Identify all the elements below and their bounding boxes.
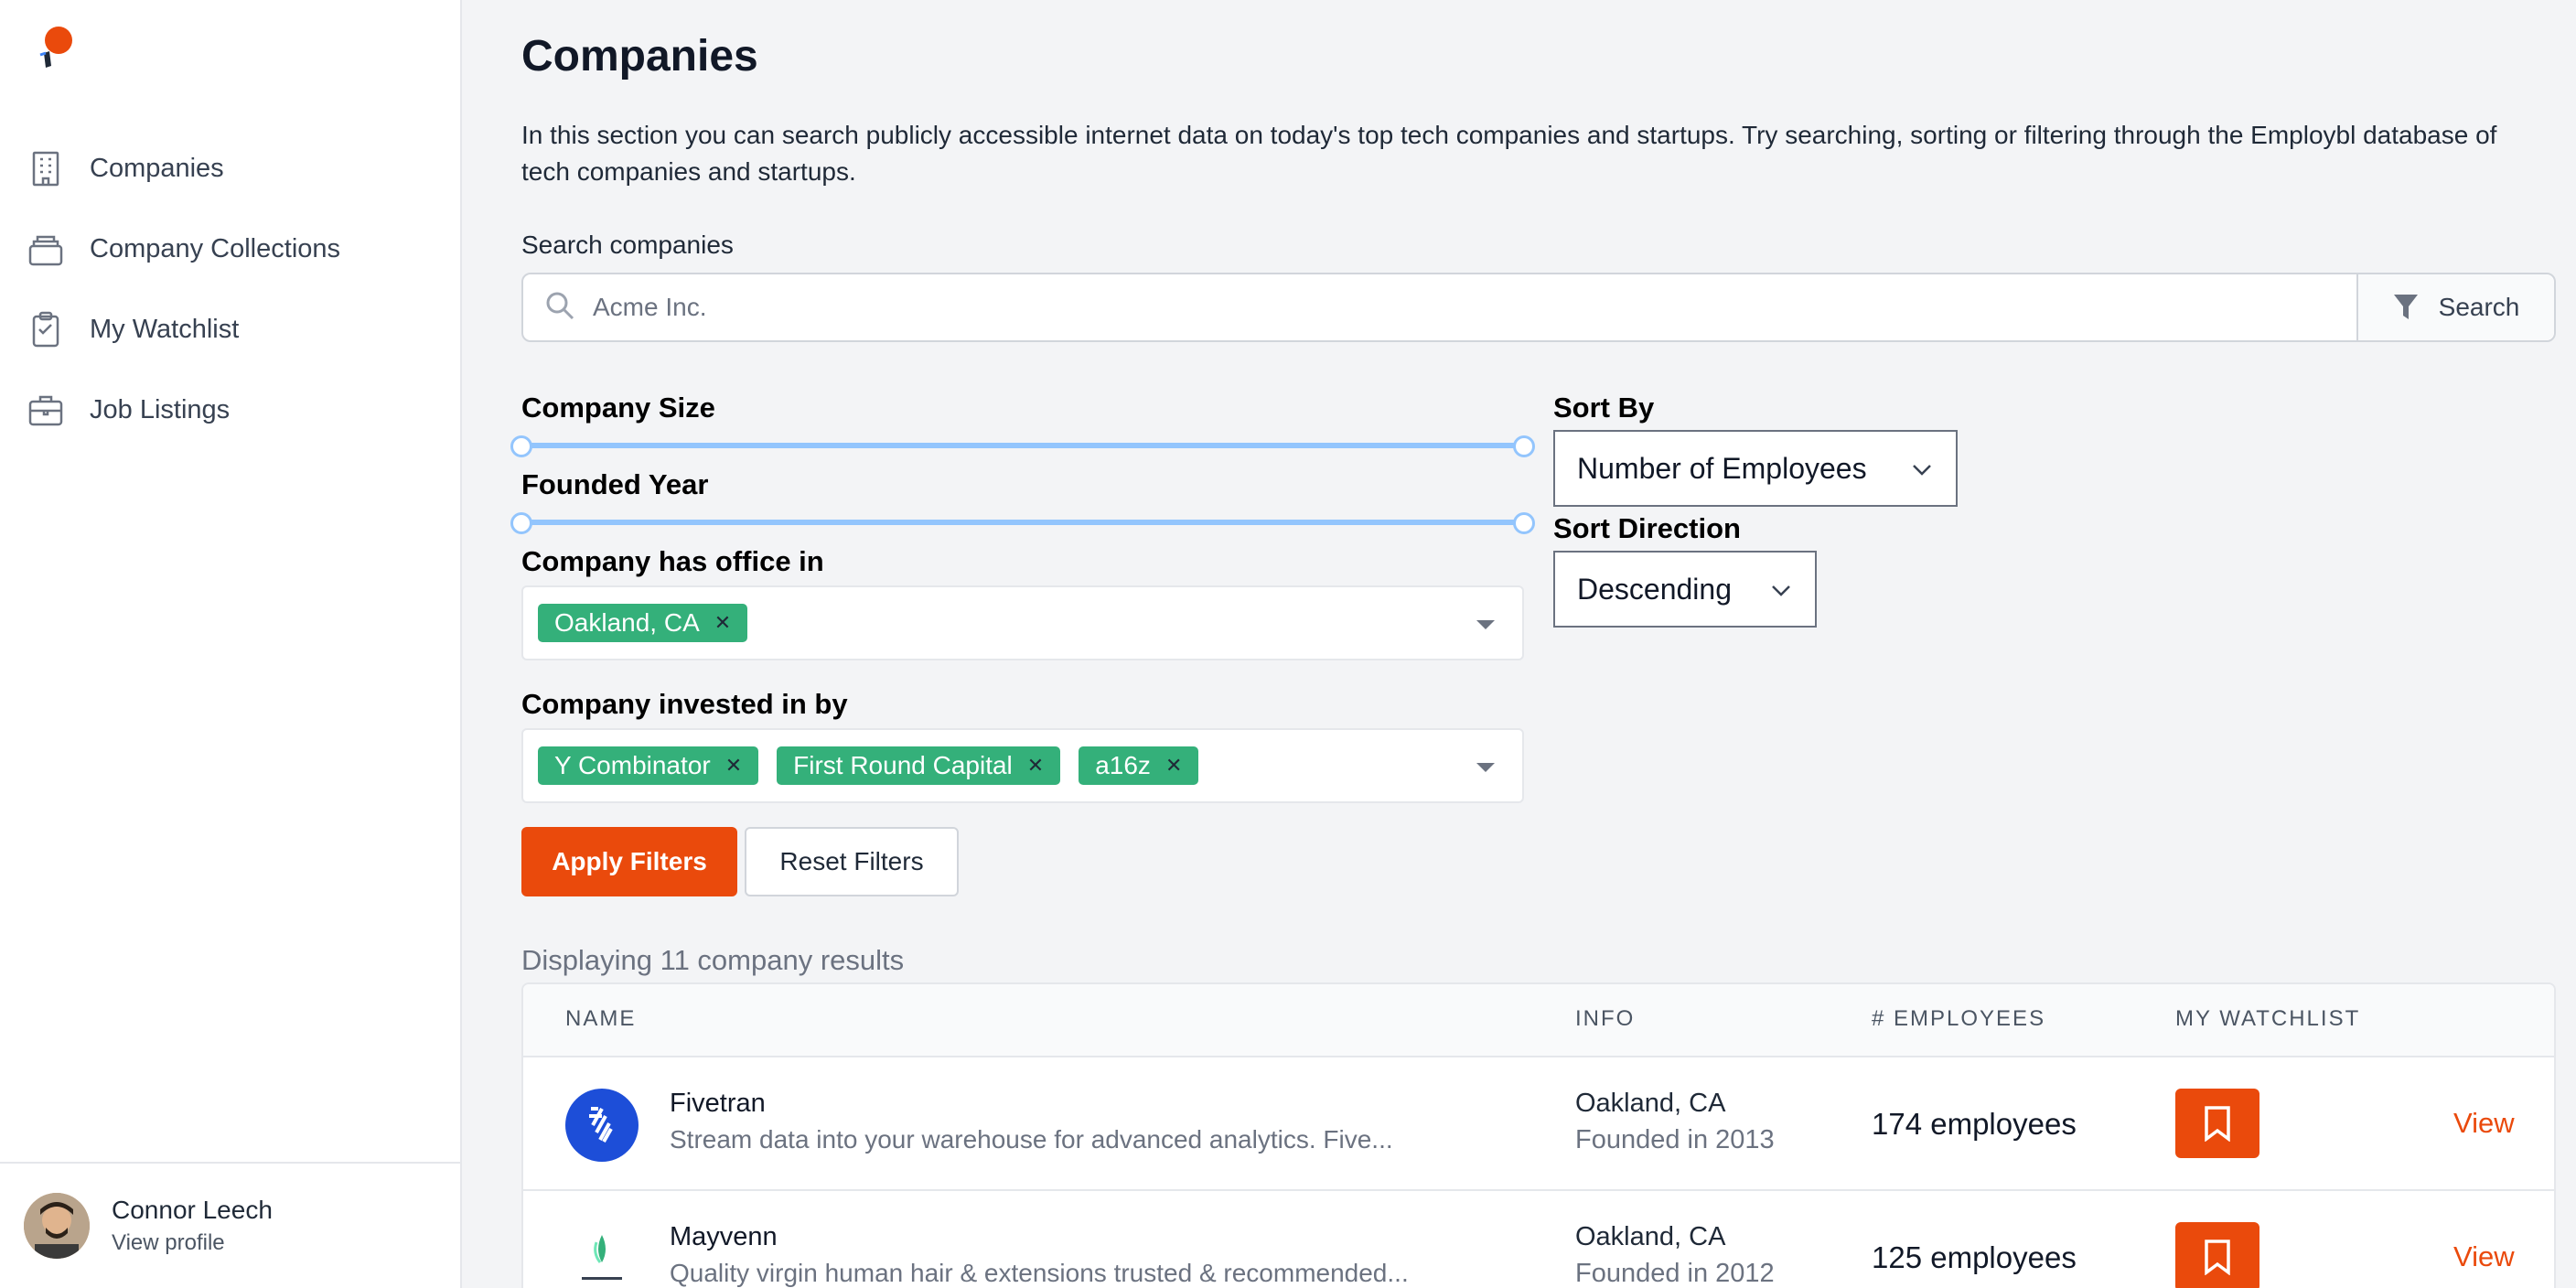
company-logo	[565, 1222, 639, 1288]
chip-label: First Round Capital	[793, 751, 1013, 779]
filter-chip: First Round Capital ✕	[777, 746, 1061, 785]
apply-filters-button[interactable]: Apply Filters	[521, 827, 737, 896]
sort-by-select[interactable]: Number of Employees	[1553, 430, 1958, 507]
view-company-link[interactable]: View	[2453, 1240, 2515, 1273]
sidebar-item-label: My Watchlist	[90, 314, 240, 344]
chevron-down-icon	[1913, 465, 1931, 476]
dropdown-caret-icon[interactable]	[1476, 620, 1495, 629]
view-company-link[interactable]: View	[2453, 1107, 2515, 1140]
column-header-info: INFO	[1575, 1006, 1636, 1031]
founded-year-slider[interactable]	[510, 512, 1535, 534]
sort-by-value: Number of Employees	[1577, 451, 1867, 485]
company-location: Oakland, CA	[1575, 1222, 1726, 1251]
column-header-employees: # EMPLOYEES	[1872, 1006, 2046, 1031]
companies-table: NAME INFO # EMPLOYEES MY WATCHLIST Fivet…	[521, 982, 2556, 1288]
search-button[interactable]: Search	[2356, 274, 2554, 340]
table-header: NAME INFO # EMPLOYEES MY WATCHLIST	[523, 984, 2554, 1057]
investor-multiselect[interactable]: Y Combinator ✕ First Round Capital ✕ a16…	[521, 728, 1524, 803]
filter-icon	[2393, 295, 2418, 319]
sidebar-item-job-listings[interactable]: Job Listings	[0, 370, 462, 450]
results-count: Displaying 11 company results	[521, 944, 905, 976]
remove-chip-icon[interactable]: ✕	[725, 754, 742, 778]
sort-direction-value: Descending	[1577, 572, 1732, 606]
slider-track	[521, 520, 1524, 525]
office-filter-label: Company has office in	[521, 545, 824, 577]
profile-name: Connor Leech	[112, 1196, 273, 1224]
sidebar-item-label: Company Collections	[90, 233, 341, 263]
slider-min-handle[interactable]	[510, 512, 532, 534]
reset-filters-button[interactable]: Reset Filters	[745, 827, 959, 896]
user-profile[interactable]: Connor Leech View profile	[0, 1162, 462, 1288]
company-name[interactable]: Mayvenn	[670, 1222, 778, 1252]
chip-label: Y Combinator	[554, 751, 711, 779]
sidebar-item-label: Job Listings	[90, 394, 231, 424]
sidebar-item-my-watchlist[interactable]: My Watchlist	[0, 289, 462, 370]
invested-filter-label: Company invested in by	[521, 688, 848, 720]
filter-chip: a16z ✕	[1079, 746, 1199, 785]
company-employees: 174 employees	[1872, 1107, 2077, 1141]
sidebar-item-companies[interactable]: Companies	[0, 128, 462, 209]
collection-icon	[27, 231, 64, 267]
remove-chip-icon[interactable]: ✕	[1165, 754, 1182, 778]
chip-label: Oakland, CA	[554, 608, 700, 637]
chip-label: a16z	[1095, 751, 1151, 779]
bookmark-icon	[2205, 1106, 2230, 1142]
table-row[interactable]: Mayvenn Quality virgin human hair & exte…	[523, 1191, 2554, 1288]
sort-by-label: Sort By	[1553, 392, 1655, 424]
filter-chip: Oakland, CA ✕	[538, 604, 748, 642]
app-logo[interactable]	[31, 26, 77, 80]
bookmark-icon	[2205, 1240, 2230, 1275]
briefcase-icon	[27, 392, 64, 428]
company-size-label: Company Size	[521, 392, 715, 424]
company-employees: 125 employees	[1872, 1240, 2077, 1274]
view-profile-link[interactable]: View profile	[112, 1230, 273, 1256]
table-row[interactable]: Fivetran Stream data into your warehouse…	[523, 1057, 2554, 1191]
column-header-watchlist: MY WATCHLIST	[2175, 1006, 2361, 1031]
column-header-name: NAME	[565, 1006, 637, 1031]
sort-direction-select[interactable]: Descending	[1553, 551, 1817, 628]
page-intro: In this section you can search publicly …	[521, 121, 2497, 186]
company-founded: Founded in 2013	[1575, 1125, 1775, 1154]
slider-min-handle[interactable]	[510, 435, 532, 457]
building-icon	[27, 150, 64, 187]
remove-chip-icon[interactable]: ✕	[1027, 754, 1044, 778]
sidebar: Companies Company Collections My Watchli…	[0, 0, 462, 1288]
clipboard-icon	[27, 311, 64, 348]
sidebar-nav: Companies Company Collections My Watchli…	[0, 128, 462, 450]
search-bar: Search	[521, 273, 2556, 342]
sort-direction-label: Sort Direction	[1553, 512, 1741, 544]
avatar[interactable]	[24, 1193, 90, 1259]
slider-max-handle[interactable]	[1513, 512, 1535, 534]
watchlist-button[interactable]	[2175, 1222, 2259, 1288]
search-icon	[545, 291, 574, 325]
dropdown-caret-icon[interactable]	[1476, 763, 1495, 772]
company-founded: Founded in 2012	[1575, 1259, 1775, 1288]
slider-track	[521, 443, 1524, 448]
filter-chip: Y Combinator ✕	[538, 746, 759, 785]
office-multiselect[interactable]: Oakland, CA ✕	[521, 585, 1524, 660]
sidebar-item-company-collections[interactable]: Company Collections	[0, 209, 462, 289]
remove-chip-icon[interactable]: ✕	[714, 611, 731, 635]
watchlist-button[interactable]	[2175, 1089, 2259, 1158]
company-logo	[565, 1089, 639, 1162]
founded-year-label: Founded Year	[521, 468, 709, 500]
sidebar-item-label: Companies	[90, 153, 224, 183]
search-input-wrap	[523, 274, 2356, 340]
company-description: Stream data into your warehouse for adva…	[670, 1125, 1393, 1154]
company-name[interactable]: Fivetran	[670, 1089, 766, 1119]
company-location: Oakland, CA	[1575, 1089, 1726, 1118]
page-title: Companies	[521, 32, 758, 80]
search-label: Search companies	[521, 231, 734, 259]
search-button-label: Search	[2438, 293, 2520, 321]
company-size-slider[interactable]	[510, 435, 1535, 457]
company-description: Quality virgin human hair & extensions t…	[670, 1259, 1409, 1287]
chevron-down-icon	[1772, 585, 1790, 596]
search-input[interactable]	[593, 293, 2239, 322]
slider-max-handle[interactable]	[1513, 435, 1535, 457]
